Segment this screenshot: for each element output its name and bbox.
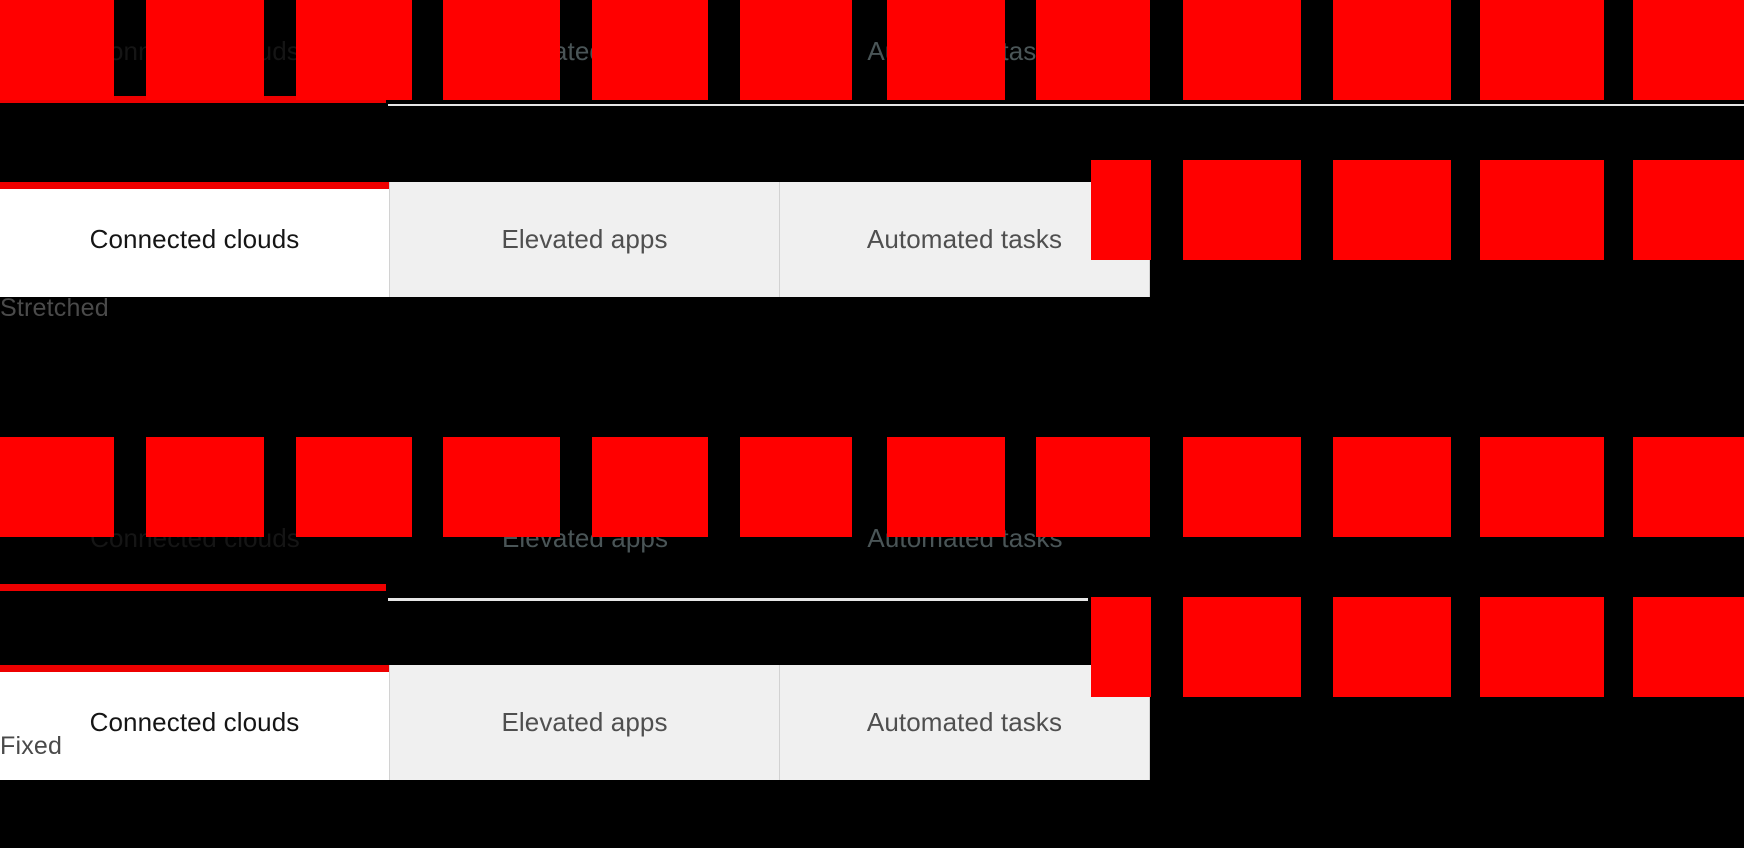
overlay-block: [1091, 160, 1151, 260]
overlay-block: [296, 437, 412, 537]
overlay-block: [1633, 160, 1744, 260]
overlay-block: [296, 0, 412, 100]
caption-stretched: Stretched: [0, 294, 109, 322]
active-tab-indicator-fixed-ghost: [0, 584, 386, 591]
overlay-block: [887, 437, 1005, 537]
overlay-block: [0, 0, 114, 100]
caption-fixed: Fixed: [0, 732, 63, 760]
overlay-block: [1633, 597, 1744, 697]
overlay-block: [1480, 597, 1604, 697]
overlay-block-row: [0, 597, 1744, 697]
overlay-block: [1333, 437, 1451, 537]
overlay-block: [1480, 160, 1604, 260]
overlay-block: [1480, 0, 1604, 100]
overlay-block: [443, 437, 560, 537]
overlay-block: [1183, 0, 1301, 100]
tab-label: Connected clouds: [89, 707, 300, 737]
overlay-block: [1036, 0, 1150, 100]
overlay-block: [1036, 437, 1150, 537]
overlay-block: [740, 437, 852, 537]
tabbar-underline-stretched-ghost: [388, 104, 1744, 106]
overlay-block: [592, 0, 708, 100]
overlay-block: [1183, 160, 1301, 260]
overlay-block-row: [0, 0, 1744, 100]
overlay-block: [146, 0, 264, 100]
overlay-block: [592, 437, 708, 537]
tab-label: Automated tasks: [866, 707, 1063, 737]
overlay-block: [443, 0, 560, 100]
overlay-block: [1183, 597, 1301, 697]
overlay-block: [1633, 437, 1744, 537]
overlay-block: [1480, 437, 1604, 537]
overlay-block: [887, 0, 1005, 100]
tab-label: Elevated apps: [501, 707, 668, 737]
overlay-block: [740, 0, 852, 100]
overlay-block-row: [0, 437, 1744, 537]
overlay-block: [1333, 160, 1451, 260]
overlay-block: [1091, 597, 1151, 697]
overlay-block: [1333, 597, 1451, 697]
overlay-block-row: [0, 160, 1744, 260]
screenshot-stage: Connected clouds Elevated apps Automated t…: [0, 0, 1744, 848]
overlay-block: [1333, 0, 1451, 100]
overlay-block: [146, 437, 264, 537]
overlay-block: [0, 437, 114, 537]
overlay-block: [1633, 0, 1744, 100]
overlay-block: [1183, 437, 1301, 537]
